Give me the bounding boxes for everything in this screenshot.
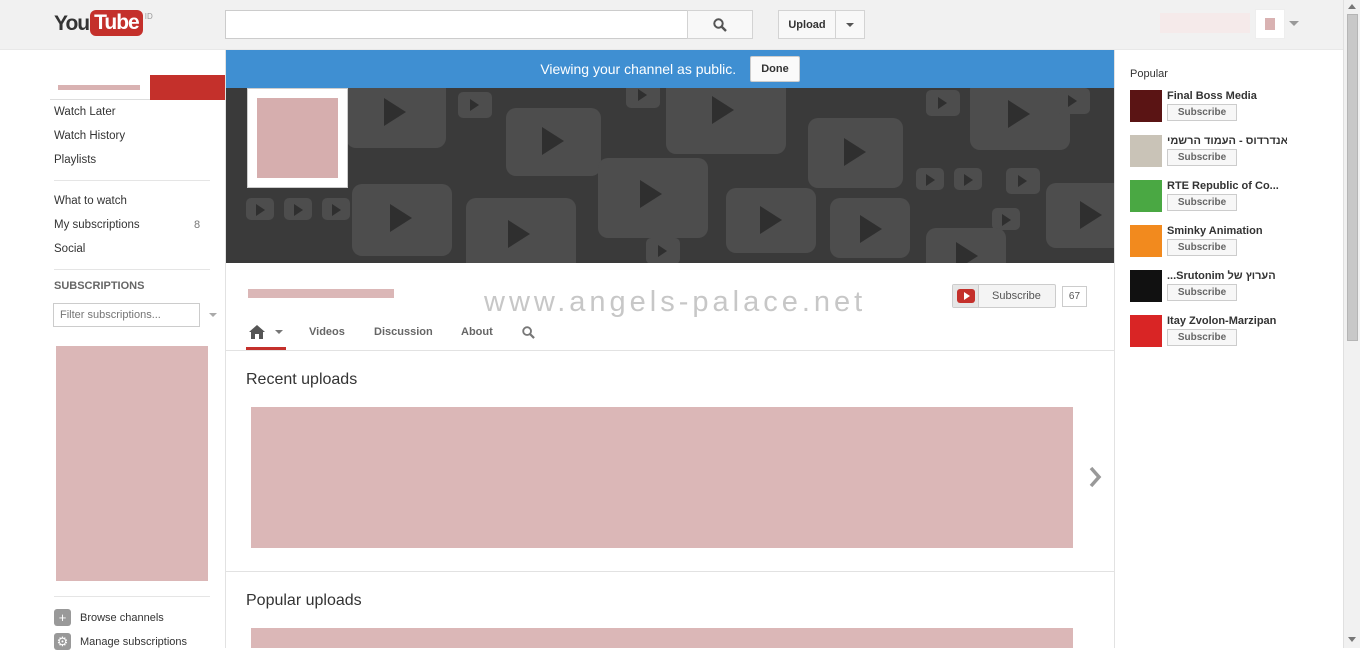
channel-thumbnail[interactable] — [1130, 90, 1162, 122]
subscriptions-heading: SUBSCRIPTIONS — [54, 280, 145, 292]
divider — [54, 180, 210, 181]
subscribe-button[interactable]: Subscribe — [1167, 284, 1237, 301]
guide-item-playlists[interactable]: Playlists — [54, 154, 96, 166]
guide-user-name — [58, 85, 140, 90]
channel-name[interactable]: ...Srutonim הערוץ של — [1167, 270, 1287, 282]
public-view-text: Viewing your channel as public. — [540, 61, 737, 77]
subscriber-count: 67 — [1061, 285, 1088, 307]
masthead: You Tube ID Upload — [0, 0, 1343, 50]
channel-thumbnail[interactable] — [1130, 225, 1162, 257]
channel-thumbnail[interactable] — [1130, 180, 1162, 212]
tab-home[interactable] — [246, 319, 286, 350]
guide-item-what-to-watch[interactable]: What to watch — [54, 195, 127, 207]
public-view-notice: Viewing your channel as public. Done — [226, 50, 1114, 88]
tab-discussion[interactable]: Discussion — [374, 326, 433, 338]
subscribe-widget: Subscribe 67 — [952, 284, 1088, 308]
recent-uploads-shelf-redacted — [251, 407, 1073, 548]
browse-channels-label: Browse channels — [80, 611, 164, 624]
scroll-down-arrow-icon[interactable] — [1348, 637, 1356, 642]
channel-avatar-image — [257, 98, 338, 178]
subscribe-button[interactable]: Subscribe — [1167, 149, 1237, 166]
gear-icon: ⚙ — [54, 633, 71, 650]
subscribe-label: Subscribe — [992, 290, 1041, 302]
watermark-text: www.angels-palace.net — [484, 286, 867, 318]
logo-region: ID — [144, 12, 153, 21]
popular-heading: Popular — [1130, 68, 1168, 80]
channel-thumbnail[interactable] — [1130, 135, 1162, 167]
logo-you: You — [54, 12, 90, 35]
chevron-right-icon[interactable] — [1088, 466, 1102, 488]
channel-title-redacted — [248, 289, 394, 298]
tab-about[interactable]: About — [461, 326, 493, 338]
done-button[interactable]: Done — [750, 56, 800, 82]
popular-channel-item[interactable]: RTE Republic of Co... Subscribe — [1130, 180, 1300, 220]
divider — [54, 269, 210, 270]
chevron-down-icon — [846, 22, 854, 27]
channel-tabs: Videos Discussion About — [246, 319, 1114, 350]
avatar-image — [1265, 18, 1275, 30]
popular-channel-item[interactable]: אנדרדוס - העמוד הרשמי Subscribe — [1130, 135, 1300, 175]
manage-subscriptions-link[interactable]: ⚙ Manage subscriptions — [54, 633, 187, 650]
channel-name[interactable]: Final Boss Media — [1167, 90, 1287, 102]
popular-channel-item[interactable]: ...Srutonim הערוץ של Subscribe — [1130, 270, 1300, 310]
channel-name[interactable]: RTE Republic of Co... — [1167, 180, 1287, 192]
subscribe-button[interactable]: Subscribe — [1167, 329, 1237, 346]
tab-videos[interactable]: Videos — [309, 326, 345, 338]
guide-item-social[interactable]: Social — [54, 243, 85, 255]
youtube-play-icon — [953, 285, 979, 307]
divider — [226, 350, 1114, 351]
divider — [226, 571, 1114, 572]
browse-channels-link[interactable]: + Browse channels — [54, 609, 164, 626]
recent-uploads-heading: Recent uploads — [246, 371, 358, 388]
search-button[interactable] — [687, 10, 753, 39]
chevron-down-icon — [275, 330, 283, 334]
subscriptions-count-badge: 8 — [194, 219, 201, 231]
channel-search-icon[interactable] — [522, 326, 535, 339]
subscribe-button[interactable]: Subscribe — [1167, 104, 1237, 121]
scroll-up-arrow-icon[interactable] — [1348, 4, 1356, 9]
chevron-down-icon[interactable] — [209, 313, 217, 317]
subscribe-button[interactable]: Subscribe — [1167, 194, 1237, 211]
channel-thumbnail[interactable] — [1130, 315, 1162, 347]
scrollbar-thumb[interactable] — [1347, 14, 1358, 341]
plus-icon: + — [54, 609, 71, 626]
avatar[interactable] — [1255, 9, 1285, 39]
logo-tube: Tube — [90, 10, 143, 36]
channel-thumbnail[interactable] — [1130, 270, 1162, 302]
account-name[interactable] — [1160, 13, 1250, 33]
manage-subscriptions-label: Manage subscriptions — [80, 635, 188, 648]
channel-avatar[interactable] — [247, 88, 348, 188]
divider — [54, 596, 210, 597]
popular-channel-item[interactable]: Sminky Animation Subscribe — [1130, 225, 1300, 265]
guide-item-watch-history[interactable]: Watch History — [54, 130, 125, 142]
popular-uploads-heading: Popular uploads — [246, 592, 362, 609]
filter-subscriptions-input[interactable] — [53, 303, 200, 327]
search-input[interactable] — [225, 10, 688, 39]
popular-uploads-shelf-redacted — [251, 628, 1073, 648]
scrollbar[interactable] — [1343, 0, 1360, 648]
guide-user-selected-indicator — [150, 75, 225, 100]
account-menu-chevron-icon[interactable] — [1289, 21, 1299, 26]
subscribe-button[interactable]: Subscribe — [952, 284, 1056, 308]
channel-main: Viewing your channel as public. Done Sub… — [225, 50, 1115, 648]
search-icon — [713, 17, 727, 32]
channel-name[interactable]: אנדרדוס - העמוד הרשמי — [1167, 135, 1287, 147]
channel-name[interactable]: Sminky Animation — [1167, 225, 1287, 237]
upload-button[interactable]: Upload — [778, 10, 836, 39]
popular-channel-item[interactable]: Final Boss Media Subscribe — [1130, 90, 1300, 130]
guide-item-my-subscriptions[interactable]: My subscriptions — [54, 219, 140, 231]
channel-banner — [226, 88, 1114, 263]
popular-channel-item[interactable]: Itay Zvolon-Marzipan Subscribe — [1130, 315, 1300, 355]
upload-dropdown-button[interactable] — [835, 10, 865, 39]
guide-item-watch-later[interactable]: Watch Later — [54, 106, 116, 118]
subscriptions-list-redacted — [56, 346, 208, 581]
guide-user-item[interactable] — [50, 75, 225, 100]
channel-name[interactable]: Itay Zvolon-Marzipan — [1167, 315, 1287, 327]
home-icon — [249, 325, 265, 339]
youtube-logo[interactable]: You Tube ID — [54, 10, 153, 38]
subscribe-button[interactable]: Subscribe — [1167, 239, 1237, 256]
